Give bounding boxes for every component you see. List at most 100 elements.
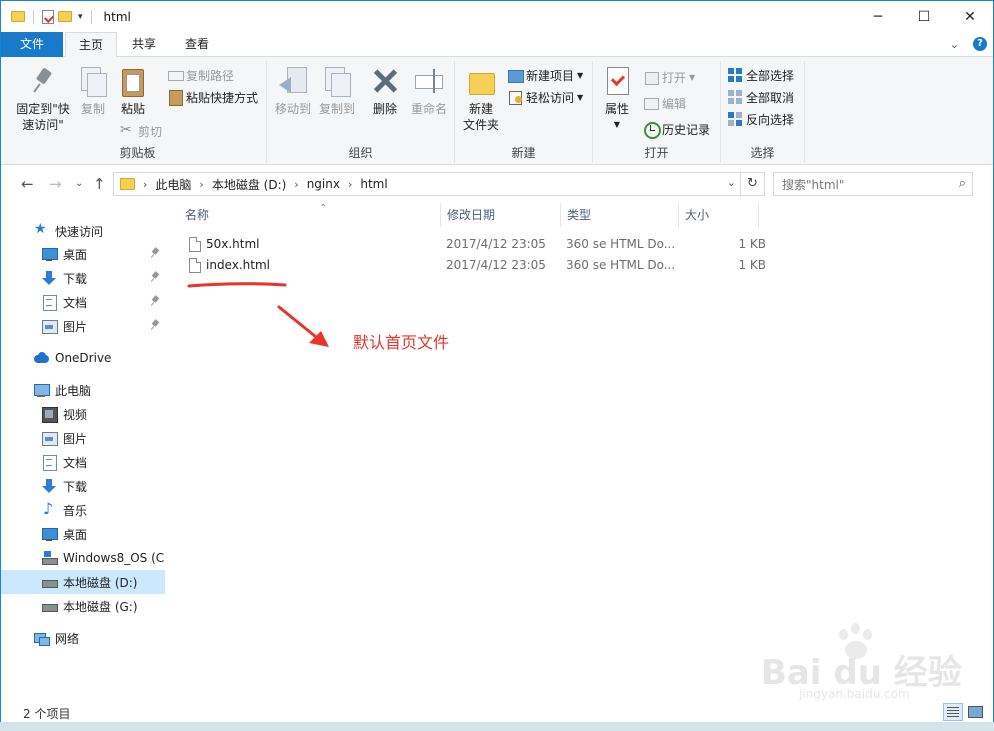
tab-file[interactable]: 文件 [1,32,63,57]
copy-path-icon [167,67,184,83]
forward-arrow-icon[interactable]: → [49,175,62,193]
desktop-background-strip [0,722,994,731]
sidebar-item-videos[interactable]: 视频 [1,402,165,426]
pin-icon[interactable] [151,320,159,330]
pin-icon[interactable] [151,296,159,306]
new-folder-icon[interactable] [58,11,72,22]
breadcrumb-html[interactable]: html [360,177,387,191]
invert-selection-button[interactable]: 反向选择 [727,109,794,129]
breadcrumb-drive-d[interactable]: 本地磁盘 (D:) [212,176,286,193]
new-folder-button[interactable]: 新建 文件夹 [459,65,503,133]
sidebar-item-pc-pictures[interactable]: 图片 [1,426,165,450]
details-view-icon[interactable] [943,703,963,721]
title-bar[interactable]: ▾ html ─ ☐ ✕ [1,1,993,32]
customize-toolbar-chevron-icon[interactable]: ▾ [78,12,83,22]
pin-icon[interactable] [151,248,159,258]
file-type: 360 se HTML Do... [566,237,676,251]
edit-button[interactable]: 编辑 [643,93,686,113]
sidebar-item-documents[interactable]: 文档 [1,290,165,314]
copy-path-button[interactable]: 复制路径 [167,65,234,85]
pin-icon[interactable] [151,272,159,282]
breadcrumb-chevron-icon[interactable]: › [199,178,203,191]
select-none-button[interactable]: 全部取消 [727,87,794,107]
html-file-icon [189,237,201,252]
sidebar-item-drive-d[interactable]: 本地磁盘 (D:) [1,570,165,594]
column-modified-label: 修改日期 [447,208,496,222]
address-bar[interactable]: › 此电脑 › 本地磁盘 (D:) › nginx › html ⌄ ↻ [113,172,765,196]
minimize-button[interactable]: ─ [855,1,901,32]
sidebar-item-onedrive[interactable]: OneDrive [1,346,165,370]
sidebar-item-quick-access[interactable]: 快速访问 [1,219,165,243]
new-item-button[interactable]: 新建项目 ▼ [507,65,583,85]
pin-to-quick-access-button[interactable]: 固定到"快 速访问" [9,65,77,133]
copy-to-button[interactable]: 复制到 [317,65,357,117]
expand-ribbon-chevron-icon[interactable]: ⌄ [950,38,959,51]
breadcrumb-this-pc[interactable]: 此电脑 [155,176,191,193]
sidebar-item-label: OneDrive [55,351,112,365]
sidebar-item-label: 快速访问 [55,224,104,239]
sidebar-item-label: 本地磁盘 (D:) [63,575,138,590]
delete-button[interactable]: 删除 [367,65,403,117]
table-row[interactable]: 50x.html 2017/4/12 23:05 360 se HTML Do.… [179,235,779,256]
up-arrow-icon[interactable]: ↑ [93,175,106,193]
sidebar-item-music[interactable]: 音乐 [1,498,165,522]
rename-button[interactable]: 重命名 [407,65,451,117]
back-arrow-icon[interactable]: ← [21,175,34,193]
sort-ascending-icon: ⌃ [319,203,328,214]
sidebar-item-downloads[interactable]: 下载 [1,266,165,290]
search-box[interactable]: 搜索"html" ⌕ [773,172,973,196]
breadcrumb-chevron-icon[interactable]: › [294,178,298,191]
close-button[interactable]: ✕ [947,1,993,32]
easy-access-button[interactable]: 轻松访问 ▼ [507,87,583,107]
select-all-icon [727,67,743,83]
tab-share[interactable]: 共享 [119,32,169,57]
maximize-button[interactable]: ☐ [901,1,947,32]
copy-path-label: 复制路径 [186,68,235,83]
column-header-size[interactable]: 大小 [679,203,759,227]
refresh-icon[interactable]: ↻ [740,173,764,195]
file-modified: 2017/4/12 23:05 [446,258,546,272]
column-header-modified[interactable]: 修改日期 [441,203,561,227]
sidebar-item-desktop[interactable]: 桌面 [1,242,165,266]
sidebar-item-pc-desktop[interactable]: 桌面 [1,522,165,546]
tab-home[interactable]: 主页 [65,32,117,58]
sidebar-item-drive-g[interactable]: 本地磁盘 (G:) [1,594,165,618]
document-icon [41,454,57,471]
column-header-name[interactable]: 名称 ⌃ [179,203,441,227]
recent-locations-chevron-icon[interactable]: ⌄ [75,178,83,189]
large-icons-view-icon[interactable] [965,703,985,721]
column-type-label: 类型 [567,208,592,222]
sidebar-item-network[interactable]: 网络 [1,626,165,650]
sidebar-item-label: 图片 [63,431,88,446]
cut-button[interactable]: 剪切 [119,121,162,141]
table-row[interactable]: index.html 2017/4/12 23:05 360 se HTML D… [179,256,779,277]
sidebar-item-pc-downloads[interactable]: 下载 [1,474,165,498]
paste-shortcut-button[interactable]: 粘贴快捷方式 [167,87,258,107]
sidebar-item-pc-documents[interactable]: 文档 [1,450,165,474]
address-dropdown-chevron-icon[interactable]: ⌄ [727,176,736,189]
history-button[interactable]: 历史记录 [643,119,710,139]
help-icon[interactable]: ? [973,37,987,51]
breadcrumb-nginx[interactable]: nginx [307,177,340,191]
properties-icon[interactable] [42,9,54,24]
copy-to-icon [321,65,353,97]
column-header-type[interactable]: 类型 [561,203,679,227]
sidebar-item-label: 下载 [63,271,88,286]
move-to-button[interactable]: 移动到 [273,65,313,117]
sidebar-item-pictures[interactable]: 图片 [1,314,165,338]
sidebar-item-drive-c[interactable]: Windows8_OS (C: [1,546,165,570]
breadcrumb-chevron-icon[interactable]: › [348,178,352,191]
properties-button[interactable]: 属性 ▼ [597,65,637,133]
copy-button[interactable]: 复制 [75,65,111,117]
baidu-watermark-logo: Bai du 经验 jingyan.baidu.com [761,621,991,711]
sidebar-item-this-pc[interactable]: 此电脑 [1,378,165,402]
open-icon [643,69,659,85]
tab-view[interactable]: 查看 [171,32,223,57]
new-item-label: 新建项目 [526,68,575,83]
open-label: 打开 [662,70,687,85]
open-button[interactable]: 打开 ▼ [643,67,695,87]
paste-button[interactable]: 粘贴 [115,65,151,117]
search-icon[interactable]: ⌕ [959,176,966,191]
select-all-button[interactable]: 全部选择 [727,65,794,85]
breadcrumb-chevron-icon[interactable]: › [143,178,147,191]
